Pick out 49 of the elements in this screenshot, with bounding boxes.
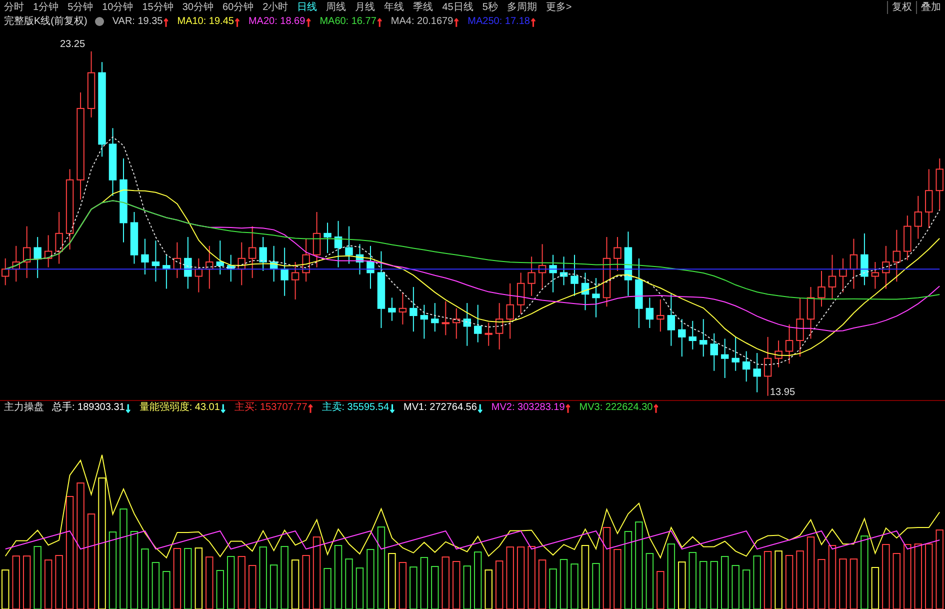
period-tab[interactable]: 10分钟 — [102, 0, 134, 14]
indicator-value: MA10: 19.45 — [177, 14, 234, 28]
indicator-title: 主力操盘 — [4, 401, 44, 414]
indicator-value: MA20: 18.69 — [248, 14, 306, 28]
period-tab[interactable]: 60分钟 — [222, 0, 254, 14]
period-tab[interactable]: 45日线 — [442, 0, 474, 14]
trend-arrow: ↓ — [124, 401, 132, 414]
indicator-value: MV1: 272764.56 — [404, 401, 477, 414]
indicator-value: MA250: 17.18 — [468, 14, 530, 28]
trend-arrow: ↓ — [220, 401, 226, 414]
period-tab[interactable]: 15分钟 — [142, 0, 174, 14]
period-tab[interactable]: 分时 — [4, 0, 24, 14]
period-tab[interactable]: 年线 — [384, 0, 404, 14]
indicator-value: MV3: 222624.30 — [579, 401, 653, 414]
trend-arrow: ↑ — [307, 401, 314, 414]
period-tab[interactable]: 多周期 — [506, 0, 537, 14]
indicator-value: 主卖: 35595.54 — [322, 401, 390, 414]
trend-arrow: ↑ — [652, 401, 660, 414]
trend-arrow: ↑ — [234, 14, 240, 28]
trend-arrow: ↑ — [453, 14, 460, 28]
trend-arrow: ↑ — [564, 401, 572, 414]
indicator-value: 总手: 189303.31 — [52, 401, 125, 414]
period-tab[interactable]: 季线 — [413, 0, 434, 14]
period-tab[interactable]: 周线 — [326, 0, 346, 14]
indicator-value: MA60: 16.77 — [320, 14, 376, 28]
period-tab[interactable]: 日线 — [297, 0, 318, 14]
trend-arrow: ↓ — [389, 401, 396, 414]
trend-arrow: ↑ — [376, 14, 383, 28]
indicator-value: 主买: 153707.77 — [234, 401, 308, 414]
toolbar-tab[interactable]: 叠加 — [916, 0, 941, 14]
period-tab[interactable]: 5分钟 — [68, 0, 94, 14]
chart-title: 完整版K线(前复权) — [4, 14, 88, 28]
trend-arrow: ↓ — [476, 401, 484, 414]
trend-arrow: ↑ — [305, 14, 312, 28]
indicator-value: 量能强弱度: 43.01 — [139, 401, 220, 414]
trend-arrow: ↑ — [530, 14, 536, 28]
period-tab[interactable]: 月线 — [355, 0, 376, 14]
period-tab[interactable]: 5秒 — [482, 0, 498, 14]
period-tab[interactable]: 2小时 — [262, 0, 288, 14]
period-tab[interactable]: 1分钟 — [33, 0, 59, 14]
indicator-value: MV2: 303283.19 — [491, 401, 565, 414]
toolbar-tab[interactable]: 复权 — [887, 0, 912, 14]
settings-icon[interactable] — [95, 16, 104, 26]
period-tab[interactable]: 30分钟 — [182, 0, 214, 14]
indicator-value: MA4: 20.1679 — [390, 14, 454, 28]
trend-arrow: ↑ — [162, 14, 170, 28]
high-price-label: 23.25 — [60, 38, 86, 51]
indicator-value: VAR: 19.35 — [112, 14, 163, 28]
period-tab[interactable]: 更多> — [546, 0, 572, 14]
